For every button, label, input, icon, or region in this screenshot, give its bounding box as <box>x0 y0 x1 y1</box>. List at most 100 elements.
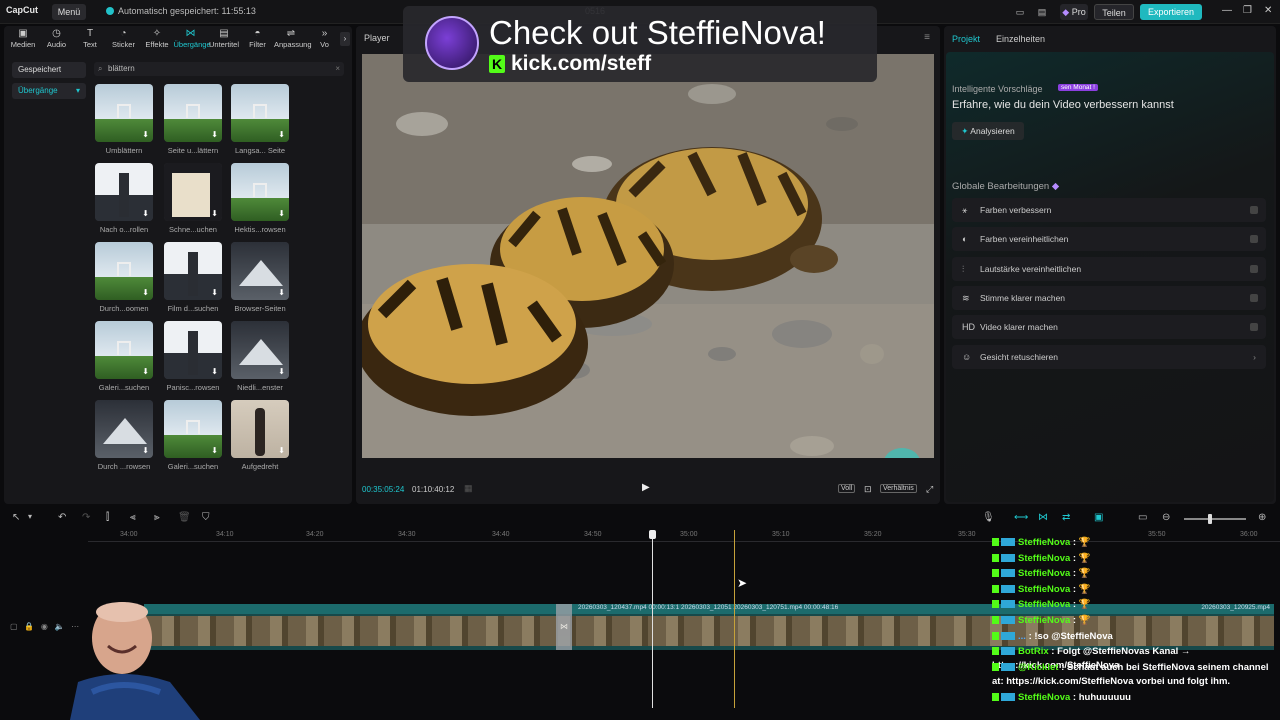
select-tool-icon[interactable]: ↖ <box>12 512 20 523</box>
zoom-out-icon[interactable]: ⊖ <box>1162 512 1170 523</box>
undo-icon[interactable]: ↶ <box>58 512 66 523</box>
transition-thumbnail[interactable]: ⬇ <box>231 321 289 379</box>
tab-sticker[interactable]: ◔ Sticker <box>107 28 141 52</box>
category-transitions[interactable]: Übergänge ▾ <box>12 83 86 99</box>
download-icon[interactable]: ⬇ <box>211 209 218 218</box>
option-toggle[interactable] <box>1250 235 1258 244</box>
download-icon[interactable]: ⬇ <box>211 130 218 139</box>
option-magic-wand[interactable]: ⚹ Farben verbessern <box>952 198 1266 222</box>
download-icon[interactable]: ⬇ <box>278 446 285 455</box>
subtitle-track-icon[interactable]: ▭ <box>1138 512 1147 523</box>
tab-audio[interactable]: ◷ Audio <box>40 28 74 52</box>
transition-thumbnail[interactable]: ⬇ <box>164 163 222 221</box>
download-icon[interactable]: ⬇ <box>278 288 285 297</box>
split-left-icon[interactable]: ⫷ <box>130 512 136 523</box>
minimize-icon[interactable]: — <box>1222 5 1232 16</box>
transition-thumbnail[interactable]: ⬇ <box>231 400 289 458</box>
shortcuts-icon[interactable]: ▤ <box>1034 4 1050 20</box>
download-icon[interactable]: ⬇ <box>211 288 218 297</box>
play-button[interactable]: ▶ <box>642 482 650 493</box>
download-icon[interactable]: ⬇ <box>278 367 285 376</box>
magnet-icon[interactable]: ⋈ <box>1038 512 1048 523</box>
transition-thumbnail[interactable]: ⬇ <box>231 242 289 300</box>
transition-thumbnail[interactable]: ⬇ <box>231 163 289 221</box>
close-icon[interactable]: ✕ <box>1264 5 1272 16</box>
download-icon[interactable]: ⬇ <box>142 446 149 455</box>
transition-marker[interactable]: ⋈ <box>556 604 572 650</box>
download-icon[interactable]: ⬇ <box>278 209 285 218</box>
tab-subtitles[interactable]: ▤ Untertitel <box>207 28 241 52</box>
menu-button[interactable]: Menü <box>52 4 86 20</box>
chevron-right-icon[interactable]: › <box>1253 345 1256 369</box>
download-icon[interactable]: ⬇ <box>142 209 149 218</box>
option-toggle[interactable] <box>1250 206 1258 214</box>
playhead-handle[interactable] <box>649 530 656 539</box>
clear-search-icon[interactable]: × <box>335 62 340 76</box>
option-face-retouch[interactable]: ☺ Gesicht retuschieren › <box>952 344 1266 369</box>
tab-filter[interactable]: ◓ Filter <box>241 28 275 52</box>
option-toggle[interactable] <box>1250 323 1258 332</box>
linkage-icon[interactable]: ⇄ <box>1062 512 1070 523</box>
search-input[interactable]: ⌕ blättern × <box>94 62 344 76</box>
aspect-ratio-button[interactable]: Verhältnis <box>880 484 917 493</box>
zoom-handle[interactable] <box>1208 514 1212 524</box>
analyze-button[interactable]: ✦ Analysieren <box>952 122 1024 140</box>
tab-more[interactable]: » Vo <box>308 28 342 52</box>
screenshot-icon[interactable]: ⊡ <box>862 484 874 495</box>
full-quality-button[interactable]: Voll <box>838 484 856 493</box>
category-saved[interactable]: Gespeichert <box>12 62 86 78</box>
zoom-slider[interactable] <box>1184 514 1246 524</box>
microphone-icon[interactable]: 🎙 <box>982 512 995 523</box>
option-voice-wave[interactable]: ≋ Stimme klarer machen <box>952 285 1266 310</box>
download-icon[interactable]: ⬇ <box>142 288 149 297</box>
zoom-in-icon[interactable]: ⊕ <box>1258 512 1266 523</box>
lock-icon[interactable]: 🔒 <box>24 622 34 631</box>
download-icon[interactable]: ⬇ <box>278 130 285 139</box>
maximize-icon[interactable]: ❐ <box>1243 5 1252 16</box>
export-button[interactable]: Exportieren <box>1140 4 1202 20</box>
option-toggle[interactable] <box>1250 293 1258 302</box>
video-preview[interactable] <box>362 54 934 458</box>
transition-thumbnail[interactable]: ⬇ <box>95 242 153 300</box>
tab-project[interactable]: Projekt <box>952 34 980 44</box>
transition-thumbnail[interactable]: ⬇ <box>95 163 153 221</box>
download-icon[interactable]: ⬇ <box>142 367 149 376</box>
transition-thumbnail[interactable]: ⬇ <box>231 84 289 142</box>
fullscreen-icon[interactable]: ⤢ <box>924 484 935 495</box>
download-icon[interactable]: ⬇ <box>211 367 218 376</box>
link-icon[interactable]: ⟷ <box>1014 512 1028 523</box>
split-icon[interactable]: ⫿ <box>106 512 109 523</box>
tab-details[interactable]: Einzelheiten <box>996 34 1045 44</box>
player-menu-icon[interactable]: ≡ <box>924 32 930 43</box>
split-right-icon[interactable]: ⫸ <box>154 512 160 523</box>
option-color-match[interactable]: ◐ Farben vereinheitlichen <box>952 227 1266 252</box>
transition-thumbnail[interactable]: ⬇ <box>164 84 222 142</box>
pro-button[interactable]: ◆ Pro <box>1060 4 1088 20</box>
option-hd[interactable]: HD Video klarer machen <box>952 315 1266 340</box>
option-toggle[interactable] <box>1250 264 1258 273</box>
tab-media[interactable]: ▣ Medien <box>6 28 40 52</box>
tab-effects[interactable]: ✧ Effekte <box>140 28 174 52</box>
redo-icon[interactable]: ↷ <box>82 512 90 523</box>
eye-icon[interactable]: ◉ <box>41 622 48 631</box>
chevron-down-icon[interactable]: ▾ <box>28 512 32 521</box>
transition-thumbnail[interactable]: ⬇ <box>164 400 222 458</box>
layout-icon[interactable]: ▭ <box>1010 4 1030 20</box>
audio-mute-icon[interactable]: 🔈 <box>55 622 65 631</box>
playhead[interactable] <box>652 530 653 708</box>
delete-icon[interactable]: 🗑 <box>178 512 191 523</box>
track-cover-icon[interactable]: ▢ <box>10 622 18 631</box>
transition-thumbnail[interactable]: ⬇ <box>95 400 153 458</box>
shield-icon[interactable]: ⛉ <box>202 512 210 523</box>
tab-adjust[interactable]: ⇌ Anpassung <box>274 28 312 52</box>
tab-transitions[interactable]: ⋈ Übergänge <box>174 28 211 52</box>
preview-axis-icon[interactable]: ▣ <box>1094 512 1103 523</box>
share-button[interactable]: Teilen <box>1094 4 1134 20</box>
transition-thumbnail[interactable]: ⬇ <box>95 321 153 379</box>
option-volume-levels[interactable]: ⫶ Lautstärke vereinheitlichen <box>952 256 1266 281</box>
download-icon[interactable]: ⬇ <box>211 446 218 455</box>
transition-thumbnail[interactable]: ⬇ <box>164 242 222 300</box>
transition-thumbnail[interactable]: ⬇ <box>164 321 222 379</box>
download-icon[interactable]: ⬇ <box>142 130 149 139</box>
scroll-right-icon[interactable]: › <box>340 32 350 46</box>
